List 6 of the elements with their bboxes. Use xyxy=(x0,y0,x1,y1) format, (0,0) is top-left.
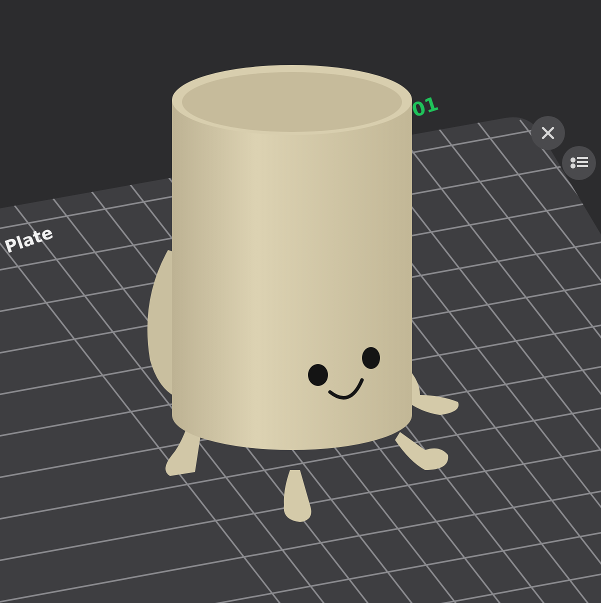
close-button[interactable] xyxy=(531,116,565,150)
list-view-button[interactable] xyxy=(562,146,596,180)
close-icon xyxy=(540,125,556,141)
plate-number: 01 xyxy=(409,92,442,122)
list-icon xyxy=(569,155,589,171)
plate-label: Plate xyxy=(2,223,56,258)
